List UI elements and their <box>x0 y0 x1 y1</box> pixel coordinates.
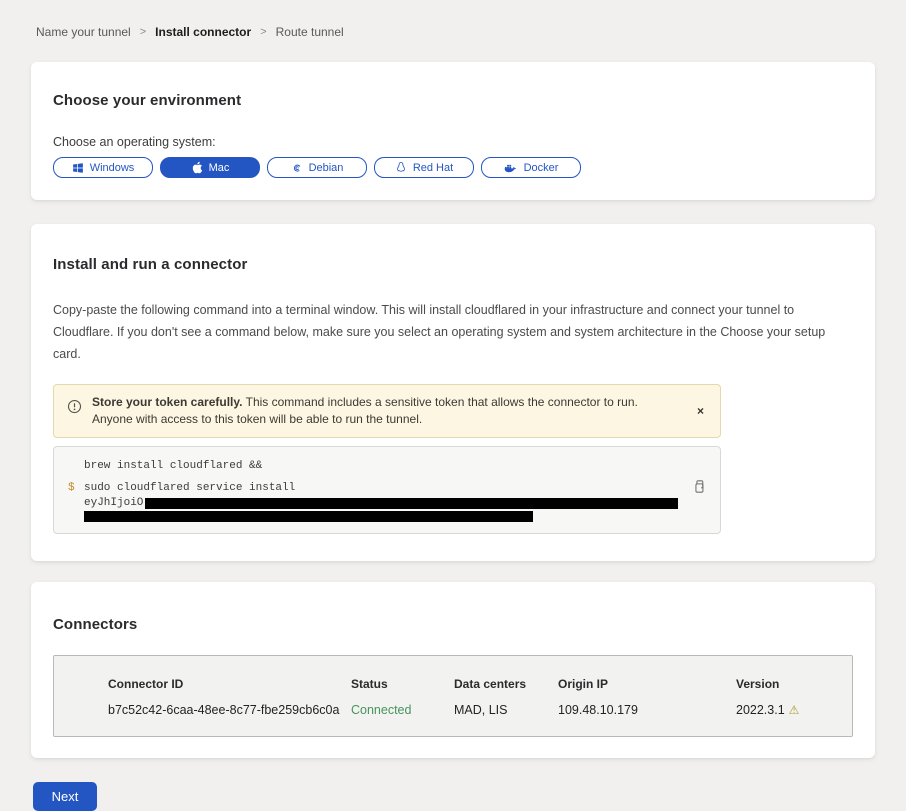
breadcrumb-separator: > <box>140 26 146 38</box>
column-header-data-centers: Data centers <box>454 677 558 691</box>
code-line-sudo: $ sudo cloudflared service install <box>68 481 680 496</box>
connector-status-badge: Connected <box>351 703 454 717</box>
environment-card: Choose your environment Choose an operat… <box>31 62 875 200</box>
apple-icon <box>191 161 203 174</box>
environment-card-title: Choose your environment <box>53 92 853 109</box>
os-button-mac[interactable]: Mac <box>160 157 260 178</box>
connector-data-centers-value: MAD, LIS <box>454 703 558 717</box>
os-button-label: Debian <box>309 162 344 174</box>
token-warning-bold: Store your token carefully. <box>92 395 243 409</box>
install-card-title: Install and run a connector <box>53 256 853 273</box>
column-header-origin-ip: Origin IP <box>558 677 736 691</box>
column-header-version: Version <box>736 677 852 691</box>
close-icon[interactable]: × <box>693 401 708 421</box>
os-button-redhat[interactable]: Red Hat <box>374 157 474 178</box>
breadcrumb-route-tunnel[interactable]: Route tunnel <box>276 25 344 39</box>
os-button-group: Windows Mac Debian Red Hat Docker <box>53 157 853 178</box>
install-command-codeblock: brew install cloudflared && $ sudo cloud… <box>53 446 721 534</box>
code-line-brew: brew install cloudflared && <box>68 459 680 474</box>
column-header-status: Status <box>351 677 454 691</box>
info-circle-icon <box>67 399 82 419</box>
connector-table-row: b7c52c42-6caa-48ee-8c77-fbe259cb6c0a Con… <box>108 703 852 717</box>
windows-icon <box>72 162 84 174</box>
install-card: Install and run a connector Copy-paste t… <box>31 224 875 561</box>
docker-whale-icon <box>504 162 518 174</box>
os-button-debian[interactable]: Debian <box>267 157 367 178</box>
os-select-label: Choose an operating system: <box>53 135 853 149</box>
token-prefix: eyJhIjoiO <box>84 496 143 511</box>
version-number: 2022.3.1 <box>736 703 785 717</box>
version-warning-icon: ⚠ <box>789 703 800 717</box>
os-button-label: Docker <box>524 162 559 174</box>
token-warning-text: Store your token carefully. This command… <box>92 394 677 428</box>
connector-id-value: b7c52c42-6caa-48ee-8c77-fbe259cb6c0a <box>108 703 351 717</box>
code-line-token: eyJhIjoiO <box>68 496 680 511</box>
os-button-label: Windows <box>90 162 135 174</box>
token-warning-banner: Store your token carefully. This command… <box>53 384 721 438</box>
redacted-token-bar <box>145 498 678 509</box>
breadcrumb-name-your-tunnel[interactable]: Name your tunnel <box>36 25 131 39</box>
linux-penguin-icon <box>395 161 407 174</box>
redacted-token-bar <box>84 511 533 522</box>
column-header-connector-id: Connector ID <box>108 677 351 691</box>
os-button-label: Red Hat <box>413 162 453 174</box>
os-button-label: Mac <box>209 162 230 174</box>
copy-icon[interactable] <box>690 477 708 499</box>
debian-icon <box>291 162 303 174</box>
connector-version-value: 2022.3.1 ⚠ <box>736 703 852 717</box>
connectors-table-header-row: Connector ID Status Data centers Origin … <box>108 677 852 691</box>
connector-origin-ip-value: 109.48.10.179 <box>558 703 736 717</box>
shell-prompt: $ <box>68 481 84 496</box>
connectors-card: Connectors Connector ID Status Data cent… <box>31 582 875 758</box>
install-description: Copy-paste the following command into a … <box>53 299 853 365</box>
next-button[interactable]: Next <box>33 782 97 811</box>
os-button-docker[interactable]: Docker <box>481 157 581 178</box>
breadcrumb-install-connector[interactable]: Install connector <box>155 25 251 39</box>
code-line-sudo-text: sudo cloudflared service install <box>84 481 295 496</box>
breadcrumb: Name your tunnel > Install connector > R… <box>0 0 906 39</box>
connectors-table: Connector ID Status Data centers Origin … <box>53 655 853 737</box>
connectors-card-title: Connectors <box>53 616 853 633</box>
breadcrumb-separator: > <box>260 26 266 38</box>
os-button-windows[interactable]: Windows <box>53 157 153 178</box>
